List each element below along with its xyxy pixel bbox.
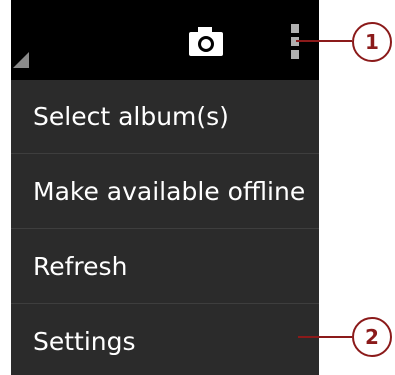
menu-item-select-albums[interactable]: Select album(s) xyxy=(11,80,319,154)
overflow-menu-button[interactable] xyxy=(279,20,313,64)
callout-2-line xyxy=(298,336,352,338)
callout-2-number: 2 xyxy=(365,325,379,349)
corner-indicator xyxy=(13,52,29,68)
menu-item-label: Settings xyxy=(33,327,136,356)
overflow-menu-icon xyxy=(291,24,299,59)
callout-2-badge: 2 xyxy=(352,317,392,357)
callout-1-badge: 1 xyxy=(352,22,392,62)
menu-item-label: Refresh xyxy=(33,252,128,281)
menu-item-label: Make available offline xyxy=(33,177,306,206)
menu-item-label: Select album(s) xyxy=(33,102,229,131)
callout-1-number: 1 xyxy=(365,30,379,54)
phone-screen: Select album(s) Make available offline R… xyxy=(11,0,319,375)
menu-item-refresh[interactable]: Refresh xyxy=(11,230,319,304)
menu-item-make-available-offline[interactable]: Make available offline xyxy=(11,155,319,229)
overflow-menu: Select album(s) Make available offline R… xyxy=(11,80,319,375)
callout-1-line xyxy=(296,40,352,42)
action-bar xyxy=(11,0,319,80)
menu-item-settings[interactable]: Settings xyxy=(11,305,319,375)
camera-icon xyxy=(189,27,223,56)
camera-button[interactable] xyxy=(185,22,229,62)
